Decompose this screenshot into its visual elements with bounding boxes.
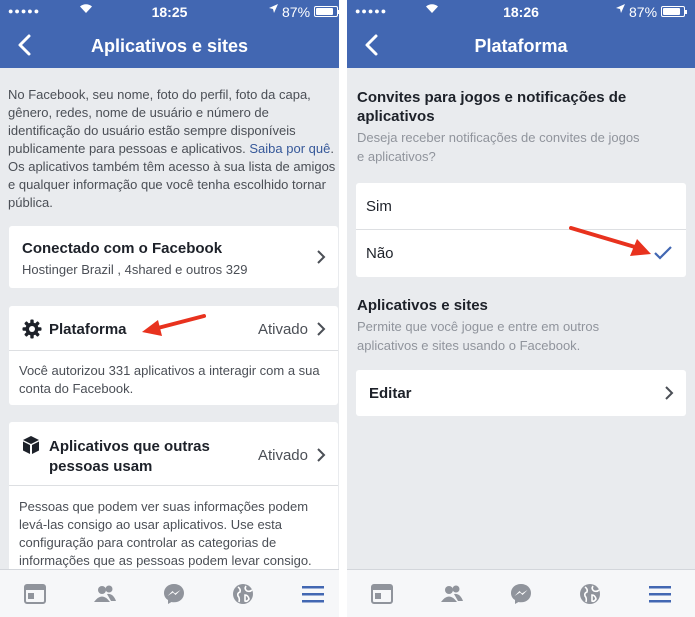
battery-percent: 87% — [629, 4, 658, 20]
platform-title: Plataforma — [49, 321, 127, 338]
menu-icon — [302, 586, 324, 603]
nav-bar: ●●●●● 18:26 87% Plataforma — [347, 0, 695, 68]
tab-bar — [347, 569, 695, 617]
invites-section-title: Convites para jogos e notificações de apl… — [357, 89, 627, 125]
invites-section-subtitle: Deseja receber notificações de convites … — [357, 130, 640, 164]
status-bar: ●●●●● 18:26 87% — [347, 0, 695, 22]
edit-label: Editar — [369, 385, 412, 402]
apps-section-title: Aplicativos e sites — [357, 297, 488, 314]
connected-with-facebook-row[interactable]: Conectado com o Facebook Hostinger Brazi… — [9, 226, 338, 288]
tab-menu[interactable] — [648, 582, 672, 606]
apps-others-use-row[interactable]: Aplicativos que outras pessoas usam Ativa… — [9, 422, 338, 486]
messenger-icon — [511, 584, 531, 604]
apps-others-use-title: Aplicativos que outras pessoas usam — [49, 438, 210, 475]
option-label: Sim — [366, 198, 392, 215]
tab-news-feed[interactable] — [23, 582, 47, 606]
tab-messenger[interactable] — [509, 582, 533, 606]
tab-messenger[interactable] — [162, 582, 186, 606]
status-bar: ●●●●● 18:25 87% — [0, 0, 339, 22]
chevron-right-icon — [317, 448, 326, 462]
tab-news-feed[interactable] — [370, 582, 394, 606]
page-title: Aplicativos e sites — [90, 36, 249, 56]
tab-friends[interactable] — [93, 582, 117, 606]
nav-bar: ●●●●● 18:25 87% Aplicativos e sites — [0, 0, 339, 68]
messenger-icon — [164, 584, 184, 604]
red-arrow-annotation — [569, 226, 651, 256]
platform-description: Você autorizou 331 aplicativos a interag… — [19, 363, 320, 396]
battery-icon — [661, 6, 687, 17]
option-label: Não — [366, 245, 394, 262]
right-screen: ●●●●● 18:26 87% Plataforma Convites para… — [347, 0, 695, 617]
location-icon — [615, 3, 626, 17]
friends-icon — [94, 585, 116, 602]
chevron-right-icon — [317, 322, 326, 336]
tab-friends[interactable] — [440, 582, 464, 606]
tab-menu[interactable] — [301, 582, 325, 606]
chevron-right-icon — [665, 386, 674, 400]
checkmark-icon — [654, 246, 672, 260]
apps-others-use-status: Ativado — [257, 447, 308, 464]
apps-others-use-card: Aplicativos que outras pessoas usam Ativa… — [9, 422, 338, 572]
tab-globe[interactable] — [231, 582, 255, 606]
edit-row[interactable]: Editar — [356, 370, 686, 416]
connected-title: Conectado com o Facebook — [22, 240, 223, 257]
friends-icon — [441, 585, 463, 602]
cube-icon — [23, 436, 39, 454]
apps-others-use-description: Pessoas que podem ver suas informações p… — [19, 499, 312, 568]
platform-status: Ativado — [257, 321, 308, 338]
globe-icon — [580, 584, 600, 604]
globe-icon — [233, 584, 253, 604]
connected-subtitle: Hostinger Brazil , 4shared e outros 329 — [22, 262, 248, 277]
menu-icon — [649, 586, 671, 603]
option-sim[interactable]: Sim — [356, 183, 686, 230]
apps-section-subtitle: Permite que você jogue e entre em outros… — [357, 319, 600, 353]
screen-divider — [339, 0, 347, 617]
left-screen: ●●●●● 18:25 87% Aplicativos e sites No F… — [0, 0, 339, 617]
battery-icon — [314, 6, 339, 17]
battery-percent: 87% — [282, 4, 311, 20]
news-feed-icon — [371, 584, 393, 604]
page-title: Plataforma — [474, 36, 568, 56]
tab-bar — [0, 569, 339, 617]
news-feed-icon — [24, 584, 46, 604]
chevron-right-icon — [317, 250, 326, 264]
gear-icon — [22, 319, 42, 339]
tab-globe[interactable] — [578, 582, 602, 606]
intro-text: No Facebook, seu nome, foto do perfil, f… — [8, 87, 336, 210]
learn-more-link[interactable]: Saiba por quê — [249, 141, 330, 156]
red-arrow-annotation — [142, 314, 206, 336]
location-icon — [268, 3, 279, 17]
